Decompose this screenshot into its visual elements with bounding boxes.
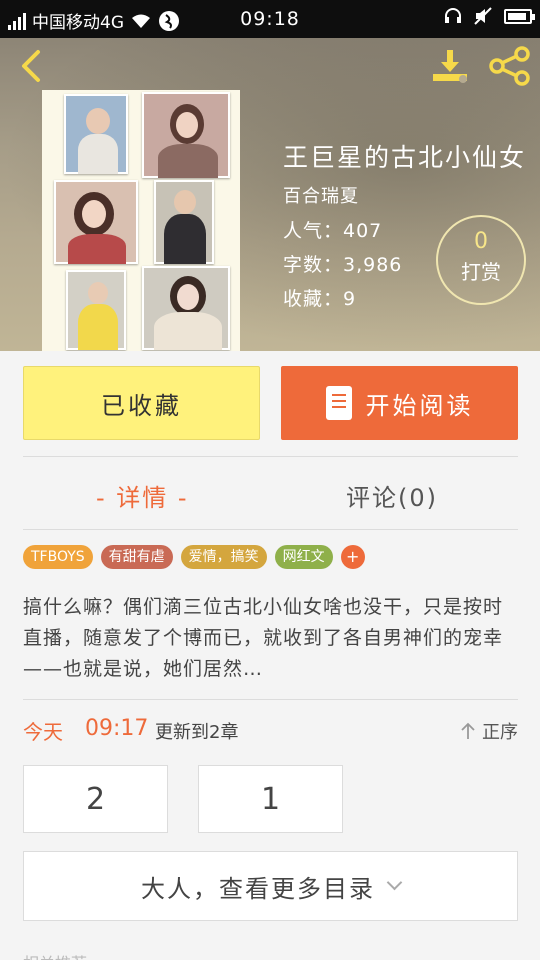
start-reading-button[interactable]: 开始阅读 — [281, 366, 518, 440]
view-catalog-button[interactable]: 大人，查看更多目录 — [23, 851, 518, 921]
arrow-up-icon — [461, 722, 475, 739]
sort-label: 正序 — [482, 722, 518, 743]
book-favorites: 收藏：9 — [283, 288, 357, 310]
tag[interactable]: TFBOYS — [23, 545, 93, 569]
cover-photo — [142, 266, 230, 350]
update-row: 今天 09:17 更新到2章 正序 — [23, 716, 518, 746]
add-tag-button[interactable]: + — [340, 545, 365, 569]
book-header: 王巨星的古北小仙女 百合瑞夏 人气：407 字数：3,986 收藏：9 0 打赏 — [0, 38, 540, 351]
tag[interactable]: 网红文 — [274, 545, 333, 569]
mute-icon — [474, 7, 492, 25]
catalog-label: 大人，查看更多目录 — [141, 874, 375, 903]
update-text: 更新到2章 — [155, 722, 239, 743]
headset-icon — [445, 8, 461, 23]
back-arrow-icon[interactable] — [14, 48, 50, 84]
book-title: 王巨星的古北小仙女 — [283, 143, 527, 172]
update-time: 09:17 — [85, 716, 149, 741]
reward-label: 打赏 — [461, 260, 501, 284]
tab-comments[interactable]: 评论(0) — [346, 478, 438, 513]
status-right — [444, 7, 535, 25]
collected-label: 已收藏 — [101, 391, 182, 420]
chapter-item[interactable]: 2 — [23, 765, 168, 833]
start-reading-label: 开始阅读 — [365, 391, 474, 420]
cover-photo — [154, 180, 214, 264]
tag[interactable]: 爱情，搞笑 — [180, 545, 267, 569]
share-icon[interactable] — [488, 46, 532, 86]
book-author[interactable]: 百合瑞夏 — [283, 182, 359, 208]
divider — [23, 456, 518, 457]
book-summary[interactable]: 搞什么嘛？偶们滴三位古北小仙女啥也没干，只是按时直播，随意发了个博而已，就收到了… — [23, 592, 513, 685]
battery-icon — [504, 8, 535, 24]
cover-photo — [66, 270, 126, 350]
cover-photo — [142, 92, 230, 178]
status-bar: 中国移动4G 09:18 — [0, 0, 540, 38]
book-icon — [325, 386, 352, 420]
tag-list: TFBOYS 有甜有虐 爱情，搞笑 网红文 + — [23, 545, 365, 569]
divider — [23, 529, 518, 530]
book-popularity: 人气：407 — [283, 220, 383, 242]
bottom-section-peek: 相关推荐 — [23, 950, 518, 960]
cover-photo — [54, 180, 138, 264]
chevron-down-icon — [386, 874, 403, 890]
download-icon[interactable] — [430, 46, 470, 86]
tag[interactable]: 有甜有虐 — [100, 545, 173, 569]
cover-photo — [64, 94, 128, 174]
reward-count: 0 — [474, 229, 488, 254]
book-word-count: 字数：3,986 — [283, 254, 403, 276]
chapter-item[interactable]: 1 — [198, 765, 343, 833]
sort-button[interactable]: 正序 — [460, 718, 518, 744]
reward-button[interactable]: 0 打赏 — [436, 215, 526, 305]
book-cover[interactable] — [42, 90, 240, 351]
update-day: 今天 — [23, 720, 63, 744]
collected-button[interactable]: 已收藏 — [23, 366, 260, 440]
divider — [23, 699, 518, 700]
tab-detail[interactable]: - 详情 - — [96, 478, 189, 513]
